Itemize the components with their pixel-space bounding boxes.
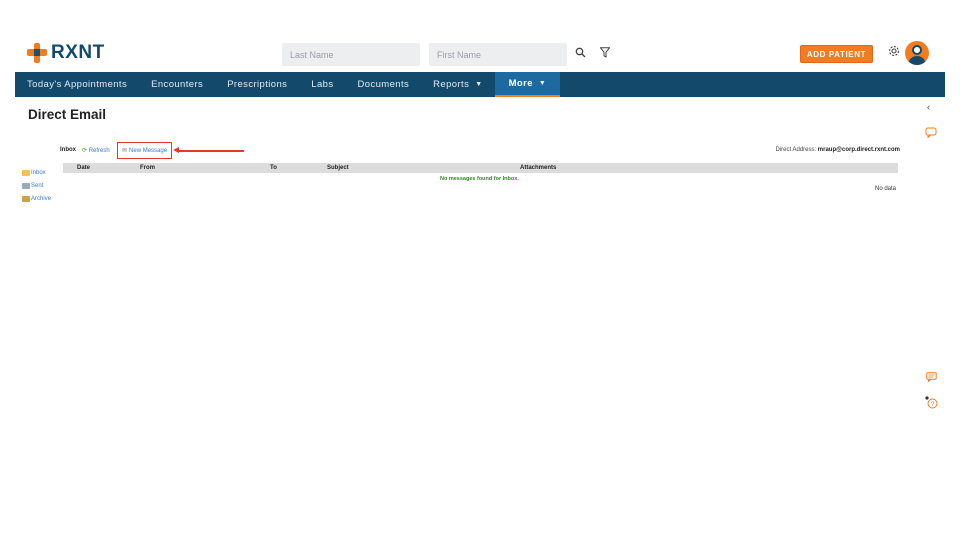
last-name-input[interactable] [282,43,420,66]
chevron-down-icon: ▼ [538,80,547,87]
folder-sent-label: Sent [31,182,44,189]
no-data-label: No data [874,186,896,192]
nav-more[interactable]: More ▼ [494,72,561,97]
logo-cross-icon [27,43,47,63]
folder-inbox[interactable]: Inbox [22,166,51,179]
rxnt-logo[interactable]: RXNT [27,42,105,64]
direct-address-value: mraup@corp.direct.rxnt.com [817,147,900,153]
nav-todays-appointments[interactable]: Today's Appointments [15,72,139,97]
search-icon[interactable] [575,47,586,61]
column-subject[interactable]: Subject [327,165,349,171]
folder-archive-label: Archive [31,195,52,202]
empty-message: No messages found for Inbox. [440,176,519,182]
folder-archive[interactable]: Archive [22,192,51,205]
refresh-button[interactable]: ⟳ Refresh [82,147,110,154]
nav-documents[interactable]: Documents [346,72,422,97]
new-message-button[interactable]: ✉ New Message [117,142,172,159]
folder-inbox-label: Inbox [31,169,46,176]
app-window: RXNT ADD PATIENT Today's Appointments En… [15,30,945,418]
direct-address: Direct Address: mraup@corp.direct.rxnt.c… [775,147,900,153]
nav-more-label: More [508,78,533,89]
new-message-label: New Message [129,147,168,154]
current-folder-label: Inbox [60,147,76,153]
svg-text:?: ? [931,401,935,408]
folder-sent[interactable]: Sent [22,179,51,192]
gear-icon[interactable] [888,45,900,60]
nav-reports[interactable]: Reports ▼ [421,72,494,97]
mail-toolbar: Inbox ⟳ Refresh ✉ New Message Direct Add… [60,142,900,160]
page-title: Direct Email [28,107,107,122]
filter-icon[interactable] [599,47,611,61]
annotation-arrow [173,147,244,153]
main-nav: Today's Appointments Encounters Prescrip… [15,72,945,97]
direct-address-label: Direct Address: [775,147,817,153]
table-header: Date From To Subject Attachments [63,163,898,173]
first-name-input[interactable] [429,43,567,66]
nav-labs[interactable]: Labs [299,72,345,97]
collapse-chevron-icon[interactable]: ‹ [927,102,930,112]
folder-list: Inbox Sent Archive [22,166,51,205]
message-table: Date From To Subject Attachments No mess… [60,163,900,199]
chat-icon[interactable] [925,127,937,141]
add-patient-button[interactable]: ADD PATIENT [800,45,873,63]
logo-text: RXNT [51,42,105,63]
column-to[interactable]: To [270,165,277,171]
archive-icon [22,195,30,202]
chevron-down-icon: ▼ [475,81,483,88]
refresh-icon: ⟳ [82,148,88,154]
column-date[interactable]: Date [77,165,90,171]
folder-icon [22,169,30,176]
help-icon[interactable]: ? [925,396,938,412]
column-attachments[interactable]: Attachments [520,165,556,171]
refresh-label: Refresh [88,148,110,154]
message-icon[interactable] [926,372,937,385]
nav-reports-label: Reports [433,79,470,90]
nav-encounters[interactable]: Encounters [139,72,215,97]
user-avatar[interactable] [905,41,929,65]
column-from[interactable]: From [140,165,155,171]
new-message-icon: ✉ [122,148,128,154]
sent-icon [22,182,30,189]
nav-prescriptions[interactable]: Prescriptions [215,72,299,97]
